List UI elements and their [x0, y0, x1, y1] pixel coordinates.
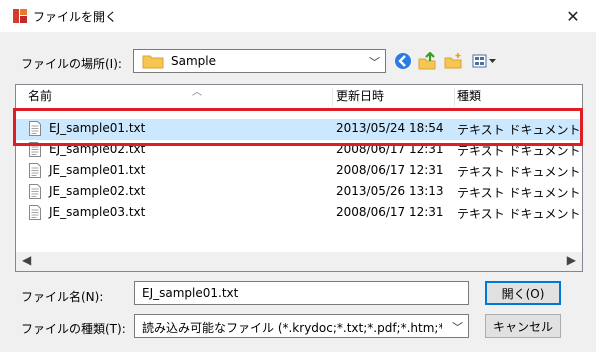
- folder-icon: [142, 55, 164, 69]
- filetype-dropdown[interactable]: 読み込み可能なファイル (*.krydoc;*.txt;*.pdf;*.htm;…: [134, 314, 469, 338]
- file-name: JE_sample03.txt: [49, 205, 146, 219]
- column-divider[interactable]: [332, 88, 333, 106]
- file-row[interactable]: JE_sample01.txt 2008/06/17 12:31 テキスト ドキ…: [16, 161, 582, 182]
- scroll-right-icon[interactable]: ▶: [567, 253, 576, 267]
- lookin-dropdown[interactable]: Sample ﹀: [133, 49, 386, 73]
- file-type: テキスト ドキュメント: [457, 123, 581, 137]
- sort-ascending-icon: ︿: [192, 87, 202, 98]
- file-row[interactable]: EJ_sample02.txt 2008/06/17 12:31 テキスト ドキ…: [16, 140, 582, 161]
- lookin-value: Sample: [171, 54, 216, 68]
- column-divider[interactable]: [454, 88, 455, 106]
- file-row[interactable]: EJ_sample01.txt 2013/05/24 18:54 テキスト ドキ…: [16, 119, 582, 140]
- view-menu-button[interactable]: [470, 50, 500, 72]
- file-name: JE_sample02.txt: [49, 184, 146, 198]
- file-row[interactable]: JE_sample03.txt 2008/06/17 12:31 テキスト ドキ…: [16, 203, 582, 224]
- filename-label: ファイル名(N):: [21, 290, 104, 304]
- file-row[interactable]: JE_sample02.txt 2013/05/26 13:13 テキスト ドキ…: [16, 182, 582, 203]
- text-file-icon: [29, 121, 41, 136]
- close-button[interactable]: ✕: [550, 0, 596, 32]
- chevron-down-icon: ﹀: [369, 56, 380, 69]
- file-date: 2013/05/26 13:13: [336, 184, 444, 198]
- title-bar: ファイルを開く ✕: [0, 0, 596, 32]
- text-file-icon: [29, 142, 41, 157]
- back-icon: [395, 53, 411, 69]
- file-type: テキスト ドキュメント: [457, 186, 581, 200]
- column-header-name[interactable]: 名前: [28, 85, 52, 107]
- file-date: 2008/06/17 12:31: [336, 142, 444, 156]
- column-header-type[interactable]: 種類: [457, 85, 481, 107]
- file-name: JE_sample01.txt: [49, 163, 146, 177]
- lookin-label: ファイルの場所(I):: [21, 57, 122, 71]
- file-date: 2008/06/17 12:31: [336, 163, 444, 177]
- file-date: 2008/06/17 12:31: [336, 205, 444, 219]
- cancel-button-label: キャンセル: [492, 319, 553, 334]
- file-name: EJ_sample01.txt: [49, 121, 146, 135]
- text-file-icon: [29, 163, 41, 178]
- horizontal-scrollbar[interactable]: ◀ ▶: [16, 252, 582, 271]
- file-type: テキスト ドキュメント: [457, 165, 581, 179]
- column-header-date[interactable]: 更新日時: [336, 85, 384, 107]
- file-type: テキスト ドキュメント: [457, 144, 581, 158]
- file-list[interactable]: 名前 ︿ 更新日時 種類 EJ_sample01.txt 2013/05/24 …: [15, 84, 583, 272]
- up-folder-icon: [418, 52, 436, 70]
- filetype-value: 読み込み可能なファイル (*.krydoc;*.txt;*.pdf;*.htm;…: [142, 321, 442, 335]
- scroll-left-icon[interactable]: ◀: [22, 253, 31, 267]
- new-folder-icon: [444, 53, 462, 69]
- new-folder-button[interactable]: [442, 50, 464, 72]
- up-folder-button[interactable]: [416, 50, 438, 72]
- chevron-down-icon: ﹀: [452, 321, 463, 334]
- close-icon: ✕: [566, 6, 580, 26]
- view-menu-icon: [472, 54, 496, 68]
- text-file-icon: [29, 184, 41, 199]
- filename-value: EJ_sample01.txt: [142, 286, 239, 300]
- window-title: ファイルを開く: [33, 10, 118, 24]
- open-file-dialog: ファイルを開く ✕ ファイルの場所(I): Sample ﹀ 名前 ︿ 更新日時…: [0, 0, 596, 352]
- text-file-icon: [29, 205, 41, 220]
- back-button[interactable]: [392, 50, 414, 72]
- filetype-label: ファイルの種類(T):: [21, 322, 126, 336]
- open-button[interactable]: 開く(O): [485, 281, 561, 305]
- app-icon: [13, 9, 27, 23]
- file-type: テキスト ドキュメント: [457, 207, 581, 221]
- file-name: EJ_sample02.txt: [49, 142, 146, 156]
- cancel-button[interactable]: キャンセル: [485, 314, 561, 338]
- open-button-label: 開く(O): [501, 286, 545, 301]
- filename-input[interactable]: EJ_sample01.txt: [134, 281, 469, 305]
- file-date: 2013/05/24 18:54: [336, 121, 444, 135]
